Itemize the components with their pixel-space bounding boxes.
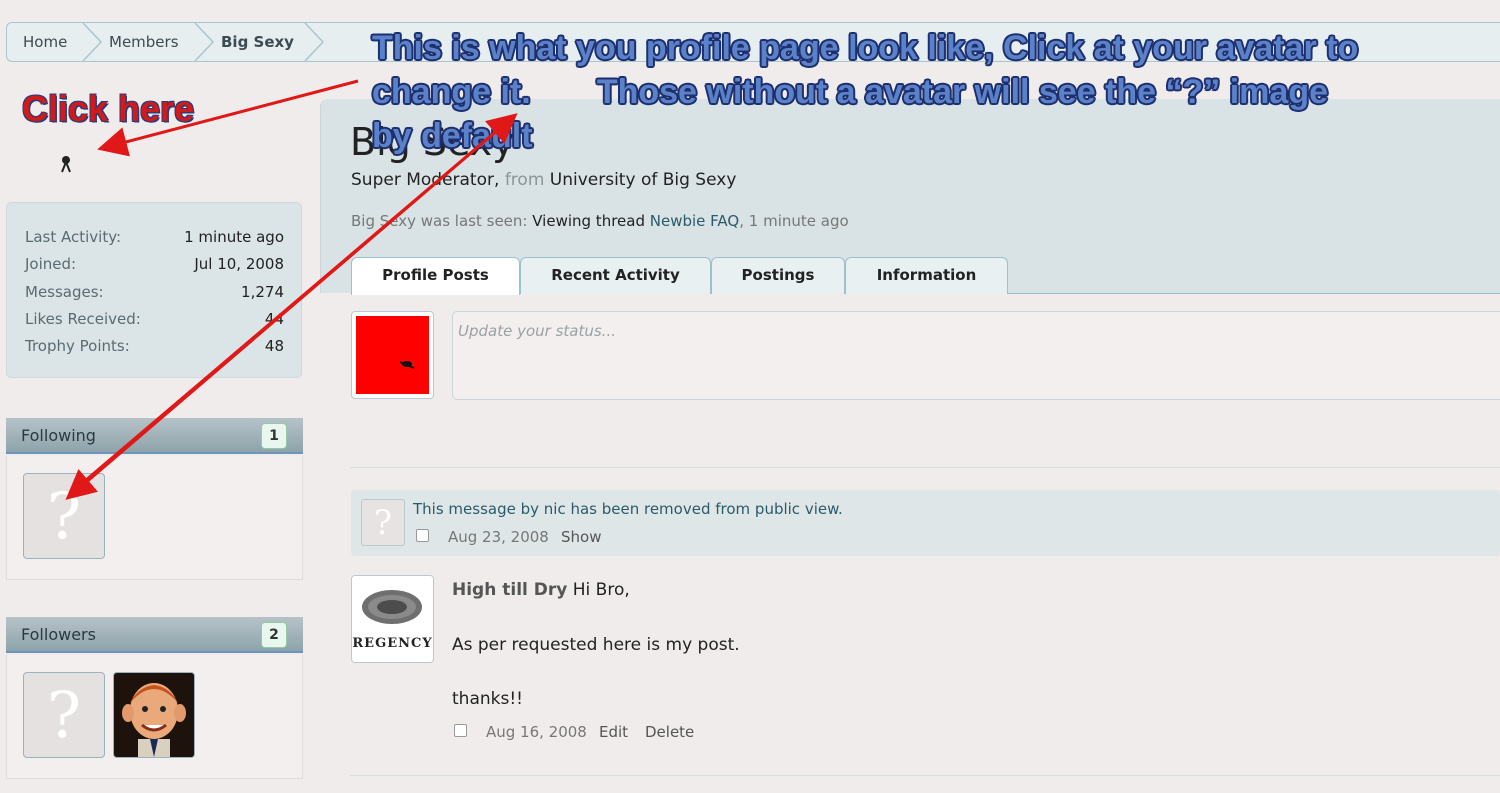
arrow-to-question-avatar: [65, 115, 514, 500]
arrow-to-avatar: [97, 79, 359, 157]
annotation-arrows: [65, 79, 518, 500]
